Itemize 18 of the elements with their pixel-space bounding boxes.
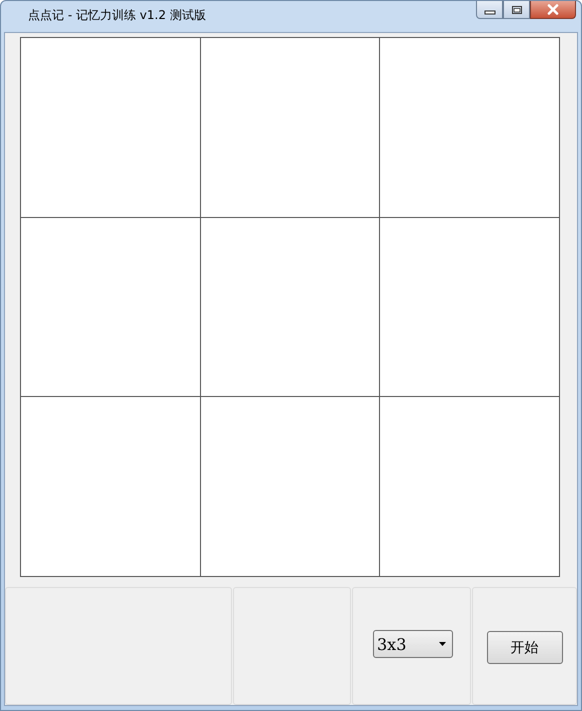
board-cell[interactable] — [200, 38, 380, 217]
board-cell[interactable] — [200, 218, 380, 396]
size-dropdown[interactable]: 3x3 — [373, 630, 453, 658]
window-title: 点点记 - 记忆力训练 v1.2 测试版 — [27, 7, 206, 24]
start-button[interactable]: 开始 — [486, 631, 562, 664]
maximize-button[interactable] — [503, 1, 530, 19]
close-button[interactable] — [530, 1, 576, 19]
board-cell[interactable] — [21, 218, 200, 396]
board-cell[interactable] — [21, 397, 200, 576]
caret-icon — [439, 642, 446, 646]
maximize-icon — [510, 4, 522, 14]
close-icon — [546, 4, 560, 15]
board-cell[interactable] — [380, 397, 559, 576]
board-cell[interactable] — [21, 38, 200, 217]
board-cell[interactable] — [380, 218, 559, 396]
board-cell[interactable] — [380, 38, 559, 217]
board-cell[interactable] — [200, 397, 380, 576]
minimize-button[interactable] — [476, 1, 503, 19]
